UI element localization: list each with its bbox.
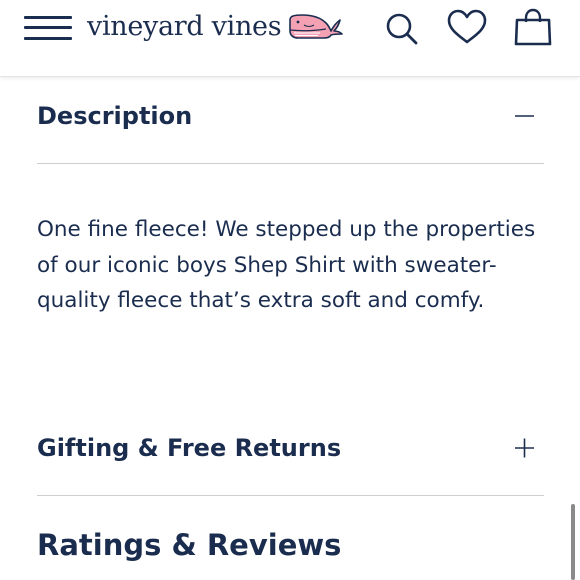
description-accordion-header[interactable]: Description xyxy=(37,96,544,136)
hamburger-menu-icon[interactable] xyxy=(24,12,74,44)
scrollbar[interactable] xyxy=(571,504,575,580)
site-header: vineyard vines xyxy=(0,0,580,77)
gifting-divider xyxy=(37,495,544,496)
description-body: One fine fleece! We stepped up the prope… xyxy=(37,217,536,313)
whale-logo-icon xyxy=(289,14,344,39)
shopping-bag-icon[interactable] xyxy=(512,8,552,48)
description-title: Description xyxy=(37,102,193,130)
ratings-reviews-title: Ratings & Reviews xyxy=(37,528,342,562)
plus-icon[interactable] xyxy=(504,428,544,468)
logo-text: vineyard vines xyxy=(87,10,282,42)
gifting-title: Gifting & Free Returns xyxy=(37,434,342,462)
description-divider xyxy=(37,163,544,164)
gifting-accordion-header[interactable]: Gifting & Free Returns xyxy=(37,428,544,468)
heart-icon[interactable] xyxy=(446,8,487,48)
minus-icon[interactable] xyxy=(504,96,544,136)
brand-logo[interactable]: vineyard vines xyxy=(87,8,344,44)
search-icon[interactable] xyxy=(381,8,421,48)
